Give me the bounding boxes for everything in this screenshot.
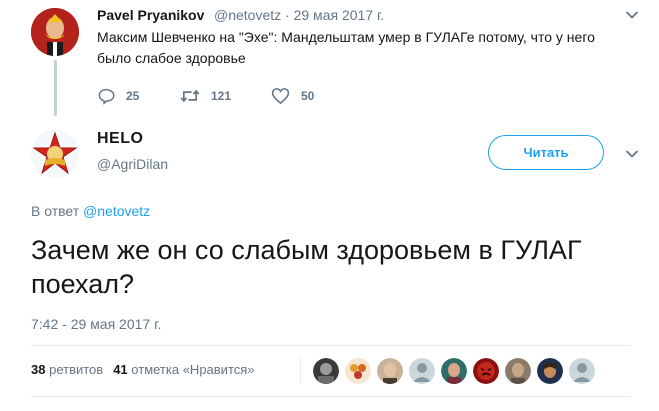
follow-button[interactable]: Читать xyxy=(488,135,604,170)
retweet-button[interactable]: 121 xyxy=(180,86,231,106)
liker-avatar[interactable] xyxy=(345,358,371,384)
retweets-label: ретвитов xyxy=(49,362,104,377)
stats-separator xyxy=(300,358,301,384)
author-name[interactable]: HELO xyxy=(97,130,143,148)
avatar[interactable] xyxy=(31,8,79,56)
tweet-text: Зачем же он со слабым здоровьем в ГУЛАГ … xyxy=(31,235,582,299)
like-count: 50 xyxy=(301,89,315,103)
reply-icon xyxy=(98,88,115,105)
liker-avatar[interactable] xyxy=(505,358,531,384)
like-button[interactable]: 50 xyxy=(271,86,314,106)
reply-context: В ответ @netovetz xyxy=(31,203,150,219)
avatar-image xyxy=(31,8,79,56)
tweet-timestamp[interactable]: 7:42 - 29 мая 2017 г. xyxy=(31,316,161,332)
thread-line xyxy=(54,60,57,116)
liker-avatar[interactable] xyxy=(313,358,339,384)
separator-dot: · xyxy=(285,7,290,23)
retweet-icon xyxy=(180,89,200,103)
avatar[interactable] xyxy=(31,130,79,178)
chevron-down-icon[interactable] xyxy=(625,8,639,22)
author-handle[interactable]: @AgriDilan xyxy=(97,156,168,172)
likes-label: отметка «Нравится» xyxy=(131,362,255,377)
chevron-down-icon[interactable] xyxy=(625,147,639,161)
retweets-count: 38 xyxy=(31,362,46,377)
heart-icon xyxy=(271,88,290,105)
liker-avatar[interactable] xyxy=(409,358,435,384)
author-name[interactable]: Pavel Pryanikov xyxy=(97,7,204,23)
reply-button[interactable]: 25 xyxy=(97,86,139,106)
reply-count: 25 xyxy=(126,89,140,103)
likes-stat[interactable]: 41 отметка «Нравится» xyxy=(113,362,254,377)
tweet-date[interactable]: 29 мая 2017 г. xyxy=(294,7,385,23)
likes-count: 41 xyxy=(113,362,128,377)
divider xyxy=(31,396,631,397)
liker-avatar[interactable] xyxy=(473,358,499,384)
liker-avatar[interactable] xyxy=(441,358,467,384)
author-handle-date: @netovetz · 29 мая 2017 г. xyxy=(214,7,384,23)
liker-avatar[interactable] xyxy=(377,358,403,384)
divider xyxy=(31,345,631,346)
reply-handle-link[interactable]: @netovetz xyxy=(83,203,150,219)
liker-avatar[interactable] xyxy=(569,358,595,384)
retweets-stat[interactable]: 38 ретвитов xyxy=(31,362,103,377)
author-handle[interactable]: @netovetz xyxy=(214,7,281,23)
tweet-stats: 38 ретвитов 41 отметка «Нравится» xyxy=(31,362,255,377)
tweet-text: Максим Шевченко на "Эхе": Мандельштам ум… xyxy=(97,29,595,66)
liker-avatar[interactable] xyxy=(537,358,563,384)
retweet-count: 121 xyxy=(211,89,232,103)
reply-prefix: В ответ xyxy=(31,203,80,219)
pioneer-badge-image xyxy=(31,130,79,178)
